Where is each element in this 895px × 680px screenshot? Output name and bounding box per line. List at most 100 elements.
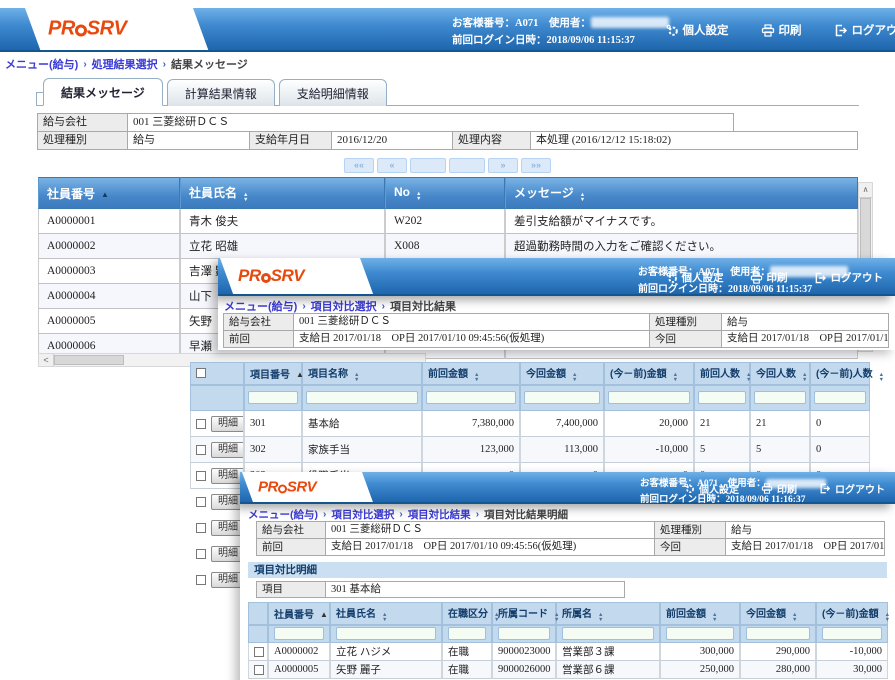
cell-prev-amount: 300,000	[660, 643, 740, 661]
personal-settings-button[interactable]: 個人設定	[666, 270, 724, 285]
col-message[interactable]: メッセージ▲▼	[505, 177, 858, 209]
filter-diff-count[interactable]	[814, 391, 866, 404]
col-prev-amount[interactable]: 前回金額▲▼	[660, 602, 740, 625]
process-type-label: 処理種別	[649, 313, 722, 331]
page-last-button[interactable]: »»	[521, 158, 551, 173]
filter-row	[190, 385, 870, 411]
personal-settings-button[interactable]: 個人設定	[684, 481, 739, 496]
breadcrumb-menu[interactable]: メニュー(給与)	[224, 298, 297, 314]
logout-button[interactable]: ログアウト	[814, 270, 884, 285]
page-prev-button[interactable]: «	[377, 158, 407, 173]
col-employee-name[interactable]: 社員氏名▲▼	[330, 602, 442, 625]
col-employment-status[interactable]: 在職区分▲▼	[442, 602, 492, 625]
sort-both-icon: ▲▼	[746, 373, 751, 382]
app-header: PRSRV お客様番号：A071 使用者： 前回ログイン日時：2018/09/0…	[0, 8, 895, 52]
page-first-button[interactable]: ««	[344, 158, 374, 173]
tab-payment-detail[interactable]: 支給明細情報	[279, 79, 387, 106]
col-dept-code[interactable]: 所属コード▲▼	[492, 602, 556, 625]
scroll-up-button[interactable]: ∧	[859, 183, 872, 198]
row-checkbox[interactable]	[254, 665, 264, 675]
row-checkbox[interactable]	[196, 575, 206, 585]
filter-now-amount[interactable]	[746, 627, 810, 640]
personal-settings-button[interactable]: 個人設定	[666, 22, 729, 38]
company-value: 001 三菱総研ＤＣＳ	[293, 313, 650, 331]
col-employee-id[interactable]: 社員番号▲	[38, 177, 180, 209]
select-all-checkbox[interactable]	[196, 368, 206, 378]
table-row: A0000002立花 昭雄X008超過勤務時間の入力をご確認ください。	[38, 234, 858, 259]
row-actions: 明細	[190, 411, 244, 437]
tab-result-message[interactable]: 結果メッセージ	[43, 78, 163, 106]
filter-diff-amount[interactable]	[608, 391, 690, 404]
filter-employee-name[interactable]	[336, 627, 436, 640]
row-checkbox[interactable]	[196, 549, 206, 559]
row-checkbox[interactable]	[196, 445, 206, 455]
col-now-amount[interactable]: 今回金額▲▼	[740, 602, 816, 625]
filter-dept-name[interactable]	[562, 627, 654, 640]
col-diff-amount[interactable]: (今－前)金額▲▼	[604, 362, 694, 385]
col-diff-amount[interactable]: (今－前)金額▲▼	[816, 602, 888, 625]
col-select-all[interactable]	[248, 602, 268, 625]
sort-both-icon: ▲▼	[243, 193, 248, 202]
breadcrumb-menu[interactable]: メニュー(給与)	[5, 56, 78, 72]
logout-button[interactable]: ログアウト	[834, 22, 895, 38]
breadcrumb-compare-select[interactable]: 項目対比選択	[311, 298, 377, 314]
filter-item-number[interactable]	[248, 391, 298, 404]
row-checkbox[interactable]	[254, 647, 264, 657]
filter-employee-id[interactable]	[274, 627, 324, 640]
col-now-amount[interactable]: 今回金額▲▼	[520, 362, 604, 385]
breadcrumb-compare-result[interactable]: 項目対比結果	[408, 507, 471, 522]
company-value: 001 三菱総研ＤＣＳ	[325, 521, 655, 539]
filter-prev-amount[interactable]	[426, 391, 516, 404]
col-dept-name[interactable]: 所属名▲▼	[556, 602, 660, 625]
cell-item-name: 家族手当	[302, 437, 422, 463]
col-now-count[interactable]: 今回人数▲▼	[750, 362, 810, 385]
breadcrumb-menu[interactable]: メニュー(給与)	[248, 507, 318, 522]
filter-now-amount[interactable]	[524, 391, 600, 404]
user-label: 使用者：	[549, 17, 591, 29]
page-next-button[interactable]: »	[488, 158, 518, 173]
filter-employment-status[interactable]	[448, 627, 486, 640]
section-title: 項目対比明細	[248, 562, 887, 578]
filter-prev-amount[interactable]	[666, 627, 734, 640]
logout-icon	[814, 272, 827, 284]
item-value: 301 基本給	[325, 581, 625, 598]
breadcrumb-compare-select[interactable]: 項目対比選択	[331, 507, 394, 522]
window-content: メニュー(給与)› 項目対比選択› 項目対比結果 給与会社 001 三菱総研ＤＣ…	[218, 296, 895, 350]
breadcrumb-result-select[interactable]: 処理結果選択	[92, 56, 158, 72]
col-employee-name[interactable]: 社員氏名▲▼	[180, 177, 385, 209]
tab-calc-result[interactable]: 計算結果情報	[167, 79, 275, 106]
scroll-left-button[interactable]: <	[39, 354, 54, 366]
filter-prev-count[interactable]	[698, 391, 746, 404]
sort-both-icon: ▲▼	[673, 373, 678, 382]
scrollbar-thumb[interactable]	[54, 355, 124, 365]
print-button[interactable]: 印刷	[761, 22, 802, 38]
filter-dept-code[interactable]	[498, 627, 550, 640]
cell-item-number: 302	[244, 437, 302, 463]
filter-now-count[interactable]	[754, 391, 806, 404]
filter-diff-amount[interactable]	[822, 627, 882, 640]
col-prev-count[interactable]: 前回人数▲▼	[694, 362, 750, 385]
row-checkbox[interactable]	[196, 497, 206, 507]
cell-dept-name: 営業部３課	[556, 643, 660, 661]
page-current[interactable]	[410, 158, 446, 173]
col-no[interactable]: No▲▼	[385, 177, 505, 209]
row-checkbox[interactable]	[196, 471, 206, 481]
col-employee-id[interactable]: 社員番号▲	[268, 602, 330, 625]
logout-button[interactable]: ログアウト	[819, 481, 885, 496]
last-login-time: 2018/09/06 11:15:37	[728, 284, 812, 295]
col-item-number[interactable]: 項目番号▲	[244, 362, 302, 385]
row-checkbox[interactable]	[196, 419, 206, 429]
table-row: A0000002立花 ハジメ 在職9000023000営業部３課 300,000…	[248, 643, 888, 661]
col-item-name[interactable]: 項目名称▲▼	[302, 362, 422, 385]
print-button[interactable]: 印刷	[761, 481, 797, 496]
detail-button[interactable]: 明細	[211, 442, 244, 458]
col-diff-count[interactable]: (今－前)人数▲▼	[810, 362, 870, 385]
previous-run-value: 支給日 2017/01/18 OP日 2017/01/10 09:45:56(仮…	[325, 538, 655, 556]
detail-button[interactable]: 明細	[211, 416, 244, 432]
row-checkbox[interactable]	[196, 523, 206, 533]
col-prev-amount[interactable]: 前回金額▲▼	[422, 362, 520, 385]
filter-item-name[interactable]	[306, 391, 418, 404]
col-select-all[interactable]	[190, 362, 244, 385]
print-button[interactable]: 印刷	[750, 270, 788, 285]
logo-o-icon	[278, 485, 287, 494]
